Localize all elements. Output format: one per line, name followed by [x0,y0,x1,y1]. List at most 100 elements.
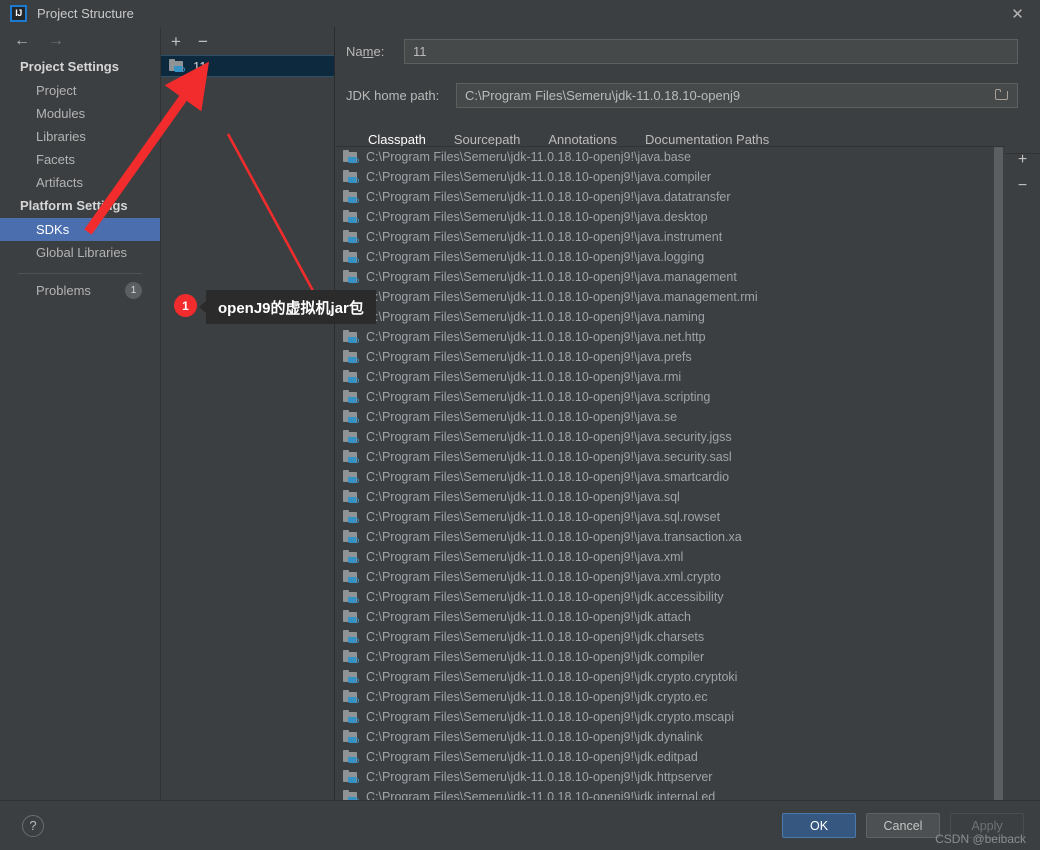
classpath-entry-label: C:\Program Files\Semeru\jdk-11.0.18.10-o… [366,250,705,264]
classpath-scrollbar[interactable] [992,147,1005,800]
classpath-row[interactable]: C:\Program Files\Semeru\jdk-11.0.18.10-o… [336,687,1005,707]
classpath-entry-label: C:\Program Files\Semeru\jdk-11.0.18.10-o… [366,370,682,384]
classpath-row[interactable]: C:\Program Files\Semeru\jdk-11.0.18.10-o… [336,447,1005,467]
classpath-row[interactable]: C:\Program Files\Semeru\jdk-11.0.18.10-o… [336,147,1005,167]
jdk-module-icon [343,430,359,444]
classpath-entry-label: C:\Program Files\Semeru\jdk-11.0.18.10-o… [366,570,721,584]
folder-browse-icon[interactable] [995,89,1009,101]
jdk-module-icon [343,710,359,724]
classpath-row[interactable]: C:\Program Files\Semeru\jdk-11.0.18.10-o… [336,647,1005,667]
classpath-row[interactable]: C:\Program Files\Semeru\jdk-11.0.18.10-o… [336,387,1005,407]
sdk-toolbar: + − [161,27,334,55]
classpath-row[interactable]: C:\Program Files\Semeru\jdk-11.0.18.10-o… [336,407,1005,427]
classpath-row[interactable]: C:\Program Files\Semeru\jdk-11.0.18.10-o… [336,587,1005,607]
jdk-module-icon [343,630,359,644]
classpath-entry-label: C:\Program Files\Semeru\jdk-11.0.18.10-o… [366,330,706,344]
classpath-row[interactable]: C:\Program Files\Semeru\jdk-11.0.18.10-o… [336,627,1005,647]
remove-classpath-button[interactable]: − [1018,178,1027,194]
classpath-row[interactable]: C:\Program Files\Semeru\jdk-11.0.18.10-o… [336,187,1005,207]
jdk-module-icon [343,170,359,184]
classpath-row[interactable]: C:\Program Files\Semeru\jdk-11.0.18.10-o… [336,327,1005,347]
name-label: Name: [346,44,385,59]
classpath-entry-label: C:\Program Files\Semeru\jdk-11.0.18.10-o… [366,790,716,800]
classpath-row[interactable]: C:\Program Files\Semeru\jdk-11.0.18.10-o… [336,287,1005,307]
classpath-row[interactable]: C:\Program Files\Semeru\jdk-11.0.18.10-o… [336,707,1005,727]
classpath-entry-label: C:\Program Files\Semeru\jdk-11.0.18.10-o… [366,430,732,444]
classpath-entry-label: C:\Program Files\Semeru\jdk-11.0.18.10-o… [366,650,705,664]
jdk-folder-icon [169,59,185,73]
classpath-entry-label: C:\Program Files\Semeru\jdk-11.0.18.10-o… [366,150,691,164]
classpath-entry-label: C:\Program Files\Semeru\jdk-11.0.18.10-o… [366,670,738,684]
classpath-row[interactable]: C:\Program Files\Semeru\jdk-11.0.18.10-o… [336,607,1005,627]
jdk-module-icon [343,770,359,784]
classpath-row[interactable]: C:\Program Files\Semeru\jdk-11.0.18.10-o… [336,527,1005,547]
classpath-entry-label: C:\Program Files\Semeru\jdk-11.0.18.10-o… [366,350,692,364]
dialog-footer: ? OK Cancel Apply CSDN @beiback [0,800,1040,850]
classpath-row[interactable]: C:\Program Files\Semeru\jdk-11.0.18.10-o… [336,207,1005,227]
classpath-entry-label: C:\Program Files\Semeru\jdk-11.0.18.10-o… [366,610,691,624]
jdk-module-icon [343,230,359,244]
jdk-module-icon [343,390,359,404]
sidebar-item-project[interactable]: Project [0,79,160,102]
classpath-entry-label: C:\Program Files\Semeru\jdk-11.0.18.10-o… [366,490,680,504]
back-arrow-icon[interactable]: ← [14,33,30,49]
classpath-row[interactable]: C:\Program Files\Semeru\jdk-11.0.18.10-o… [336,787,1005,800]
problems-label: Problems [36,283,91,298]
jdk-module-icon [343,490,359,504]
jdk-module-icon [343,670,359,684]
classpath-row[interactable]: C:\Program Files\Semeru\jdk-11.0.18.10-o… [336,247,1005,267]
cancel-button[interactable]: Cancel [866,813,940,838]
classpath-row[interactable]: C:\Program Files\Semeru\jdk-11.0.18.10-o… [336,167,1005,187]
forward-arrow-icon[interactable]: → [48,33,64,49]
sidebar-item-facets[interactable]: Facets [0,148,160,171]
classpath-row[interactable]: C:\Program Files\Semeru\jdk-11.0.18.10-o… [336,547,1005,567]
classpath-entry-label: C:\Program Files\Semeru\jdk-11.0.18.10-o… [366,270,737,284]
remove-sdk-button[interactable]: − [198,33,208,50]
classpath-row[interactable]: C:\Program Files\Semeru\jdk-11.0.18.10-o… [336,267,1005,287]
jdk-module-icon [343,330,359,344]
sidebar-item-modules[interactable]: Modules [0,102,160,125]
settings-sidebar: ← → Project Settings Project Modules Lib… [0,27,161,800]
sidebar-item-artifacts[interactable]: Artifacts [0,171,160,194]
sdk-name-input[interactable]: 11 [404,39,1018,64]
intellij-idea-icon: IJ [10,5,27,22]
classpath-entry-label: C:\Program Files\Semeru\jdk-11.0.18.10-o… [366,750,698,764]
jdk-module-icon [343,270,359,284]
add-sdk-button[interactable]: + [171,33,181,50]
classpath-row[interactable]: C:\Program Files\Semeru\jdk-11.0.18.10-o… [336,227,1005,247]
watermark: CSDN @beiback [935,832,1026,846]
classpath-row[interactable]: C:\Program Files\Semeru\jdk-11.0.18.10-o… [336,667,1005,687]
classpath-row[interactable]: C:\Program Files\Semeru\jdk-11.0.18.10-o… [336,507,1005,527]
sidebar-item-global-libraries[interactable]: Global Libraries [0,241,160,264]
classpath-row[interactable]: C:\Program Files\Semeru\jdk-11.0.18.10-o… [336,347,1005,367]
classpath-row[interactable]: C:\Program Files\Semeru\jdk-11.0.18.10-o… [336,467,1005,487]
classpath-entry-label: C:\Program Files\Semeru\jdk-11.0.18.10-o… [366,550,684,564]
ok-button[interactable]: OK [782,813,856,838]
classpath-scrollbar-thumb[interactable] [994,147,1003,800]
classpath-row[interactable]: C:\Program Files\Semeru\jdk-11.0.18.10-o… [336,747,1005,767]
classpath-row[interactable]: C:\Program Files\Semeru\jdk-11.0.18.10-o… [336,727,1005,747]
classpath-row[interactable]: C:\Program Files\Semeru\jdk-11.0.18.10-o… [336,307,1005,327]
classpath-list[interactable]: C:\Program Files\Semeru\jdk-11.0.18.10-o… [336,146,1005,800]
classpath-row[interactable]: C:\Program Files\Semeru\jdk-11.0.18.10-o… [336,487,1005,507]
sidebar-item-sdks[interactable]: SDKs [0,218,160,241]
classpath-entry-label: C:\Program Files\Semeru\jdk-11.0.18.10-o… [366,470,730,484]
classpath-row[interactable]: C:\Program Files\Semeru\jdk-11.0.18.10-o… [336,567,1005,587]
annotation-callout: openJ9的虚拟机jar包 [199,290,376,324]
classpath-row[interactable]: C:\Program Files\Semeru\jdk-11.0.18.10-o… [336,767,1005,787]
sidebar-item-libraries[interactable]: Libraries [0,125,160,148]
classpath-entry-label: C:\Program Files\Semeru\jdk-11.0.18.10-o… [366,730,703,744]
sdk-list-item-11[interactable]: 11 [161,55,334,77]
jdk-home-path-row: JDK home path: C:\Program Files\Semeru\j… [336,83,1040,108]
classpath-area: C:\Program Files\Semeru\jdk-11.0.18.10-o… [336,146,1040,800]
sdk-list-item-label: 11 [193,58,207,74]
sidebar-item-problems[interactable]: Problems 1 [0,274,160,299]
classpath-row[interactable]: C:\Program Files\Semeru\jdk-11.0.18.10-o… [336,367,1005,387]
sdk-name-value: 11 [413,44,427,59]
help-icon[interactable]: ? [22,814,44,837]
annotation-badge: 1 [174,294,197,317]
classpath-row[interactable]: C:\Program Files\Semeru\jdk-11.0.18.10-o… [336,427,1005,447]
close-icon[interactable]: ✕ [995,0,1040,27]
jdk-home-path-input[interactable]: C:\Program Files\Semeru\jdk-11.0.18.10-o… [456,83,1018,108]
add-classpath-button[interactable]: + [1018,152,1027,168]
